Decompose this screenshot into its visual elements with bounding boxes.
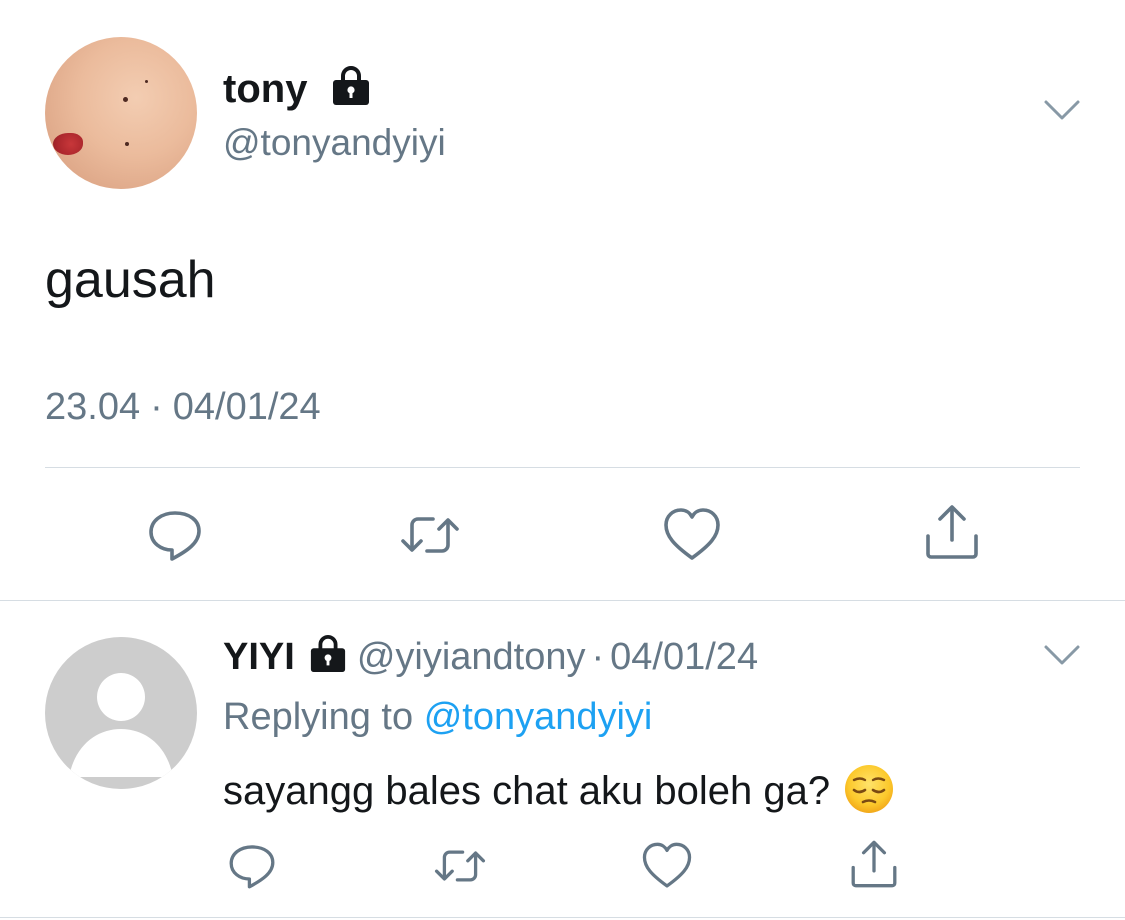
meta-separator: · <box>150 386 163 428</box>
tweet-text: gausah <box>45 251 216 309</box>
chevron-down-icon[interactable] <box>1042 96 1082 126</box>
reply-icon[interactable] <box>226 840 278 892</box>
divider <box>0 917 1125 918</box>
retweet-icon[interactable] <box>400 505 460 565</box>
default-avatar[interactable] <box>45 637 197 789</box>
reply-body: sayangg bales chat aku boleh ga? <box>223 769 831 813</box>
reply-handle[interactable]: @yiyiandtony <box>357 636 586 678</box>
reply-date[interactable]: 04/01/24 <box>610 636 758 678</box>
share-icon[interactable] <box>848 838 900 890</box>
mention-link[interactable]: @tonyandyiyi <box>424 696 653 738</box>
lock-icon <box>330 66 372 106</box>
tweet-time: 23.04 <box>45 386 141 428</box>
lock-icon <box>307 635 349 673</box>
tweet-timestamp[interactable]: 23.04 · 04/01/24 <box>45 385 321 429</box>
tweet-date: 04/01/24 <box>172 386 321 428</box>
user-handle[interactable]: @tonyandyiyi <box>223 121 446 165</box>
display-name[interactable]: tony <box>223 66 307 112</box>
profile-avatar-tony[interactable] <box>45 37 197 189</box>
meta-separator: · <box>591 636 605 678</box>
replying-prefix: Replying to <box>223 696 414 738</box>
heart-icon[interactable] <box>662 505 722 565</box>
avatar-photo-detail <box>53 133 83 155</box>
retweet-icon[interactable] <box>434 840 486 892</box>
heart-icon[interactable] <box>641 840 693 892</box>
reply-text: sayangg bales chat aku boleh ga? <box>223 764 894 815</box>
reply-header: YIYI @yiyiandtony · 04/01/24 <box>223 634 758 680</box>
replying-to-line: Replying to @tonyandyiyi <box>223 694 652 740</box>
avatar-photo-detail <box>145 80 148 83</box>
pensive-face-emoji <box>844 764 894 814</box>
divider <box>45 467 1080 468</box>
avatar-photo-detail <box>123 97 128 102</box>
reply-display-name[interactable]: YIYI <box>223 636 295 678</box>
share-icon[interactable] <box>922 502 982 562</box>
avatar-photo-detail <box>125 142 129 146</box>
chevron-down-icon[interactable] <box>1042 641 1082 671</box>
divider <box>0 600 1125 601</box>
reply-icon[interactable] <box>145 505 205 565</box>
